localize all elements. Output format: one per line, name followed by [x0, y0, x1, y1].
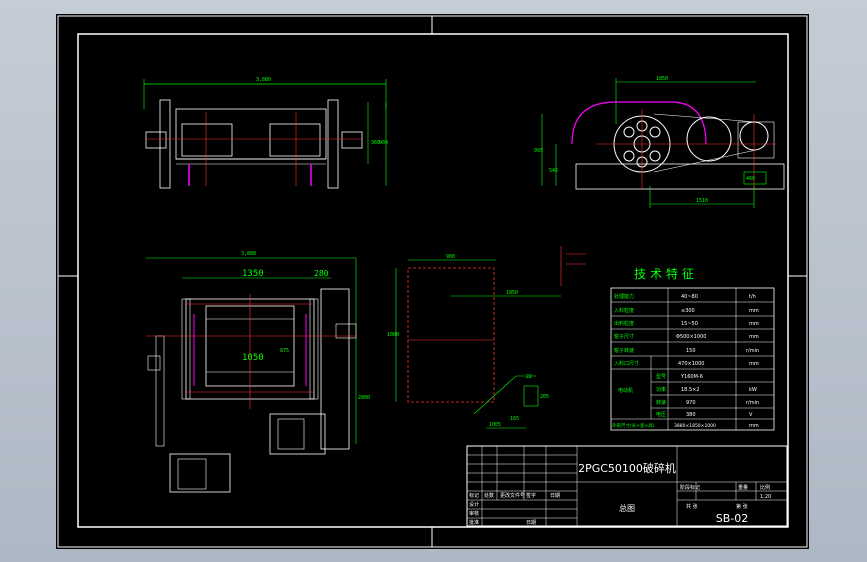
tech-motor-value: Y160M-6: [680, 374, 703, 380]
tech-row-unit: mm: [749, 334, 759, 340]
dim-top-plan-width: 3,880: [256, 77, 271, 83]
dim-hopper-small-d: 165: [510, 416, 519, 422]
tech-motor-value: 380: [686, 412, 696, 418]
drawing-canvas: 3,880 360 900 1850 995 546 1510 460 3,88…: [57, 15, 808, 548]
tb-col-a: 标记: [469, 492, 479, 499]
tech-motor-unit: kW: [749, 387, 757, 393]
view-name: 总图: [619, 503, 635, 513]
dim-front-inner: 1050: [242, 353, 264, 363]
side-elevation-view: 1850 995 546 1510 460: [534, 76, 785, 208]
tech-motor-group: 电动机: [618, 387, 633, 394]
tb-scale-value: 1:20: [760, 494, 771, 500]
tb-sheet-label: 共 张: [686, 503, 698, 510]
tb-row-design: 设计: [469, 501, 479, 508]
drawing-number: SB-02: [716, 512, 749, 525]
tb-row-approve: 批准: [469, 519, 479, 526]
tech-last-value: 3880×1850×1000: [674, 423, 716, 429]
tech-motor-name: 转速: [656, 399, 666, 406]
tech-spec-table: 技术特征 处理能力 40~80 t/h 入料粒度 ≤300 mm 出料粒度 15…: [610, 266, 775, 431]
tech-last-name: 外形尺寸(长×宽×高): [612, 422, 655, 429]
tech-row-value: 15~50: [681, 321, 698, 327]
top-plan-view: 3,880 360 900: [143, 77, 388, 189]
dim-front-height: 2800: [358, 395, 370, 401]
tech-row-unit: r/min: [746, 348, 759, 354]
tb-weight-label: 重量: [738, 484, 748, 491]
tb-col-b: 处数: [484, 492, 494, 499]
drawing-sheet[interactable]: 3,880 360 900 1850 995 546 1510 460 3,88…: [56, 14, 809, 549]
tech-row-value: Φ500×1000: [676, 334, 706, 340]
dim-front-right: 280: [314, 269, 329, 278]
tech-motor-name: 型号: [656, 373, 666, 380]
dim-front-overall: 3,880: [241, 251, 256, 257]
tech-motor-name: 功率: [656, 386, 666, 393]
dim-front-main: 1350: [242, 269, 264, 279]
tech-motor-unit: r/min: [746, 400, 759, 406]
tech-row-name: 入料口尺寸: [614, 360, 639, 367]
tech-motor-name: 电压: [656, 411, 666, 418]
tech-row-name: 辊子尺寸: [614, 333, 634, 340]
tb-date-label: 日期: [526, 520, 536, 526]
front-plan-view: 3,880 1350 280 2800 1050 875: [146, 251, 370, 493]
tb-sheet-of: 第 张: [736, 503, 748, 510]
dim-hopper-small-c: 1005: [489, 422, 501, 428]
tech-row-value: 150: [686, 348, 696, 354]
tech-row-name: 辊子转速: [614, 347, 634, 354]
tech-last-unit: mm: [749, 423, 759, 429]
tech-row-unit: t/h: [749, 294, 756, 300]
dim-hopper-small-a: 22: [526, 374, 532, 380]
tech-row-value: ≤300: [681, 308, 695, 314]
dim-side-small: 460: [746, 176, 755, 182]
tech-row-value: 40~80: [681, 294, 698, 300]
tb-col-c: 更改文件号: [500, 492, 525, 499]
dim-side-bottom: 1510: [696, 198, 708, 204]
tech-motor-unit: V: [749, 412, 753, 418]
tb-scale-label: 比例: [760, 484, 770, 491]
dim-side-top: 1850: [656, 76, 668, 82]
tech-row-unit: mm: [749, 321, 759, 327]
dim-side-left-a: 995: [534, 148, 543, 154]
tech-row-value: 470×1000: [678, 361, 704, 367]
dim-hopper-top: 900: [446, 254, 455, 260]
title-block: 标记 处数 更改文件号 签字 日期 设计 审核 批准 日期 阶段标记 重量 比例…: [466, 445, 788, 527]
tb-row-check: 审核: [469, 510, 479, 517]
tech-motor-value: 18.5×2: [681, 387, 700, 393]
dim-hopper-small-b: 205: [540, 394, 549, 400]
tb-col-e: 日期: [550, 493, 560, 499]
tech-row-name: 入料粒度: [614, 307, 634, 314]
dim-side-left-b: 546: [549, 168, 558, 174]
tech-motor-value: 970: [686, 400, 696, 406]
tech-row-name: 出料粒度: [614, 320, 634, 327]
dim-hopper-offset: 1850: [506, 290, 518, 296]
dim-top-plan-right-b: 900: [379, 140, 388, 146]
dim-hopper-height: 1000: [387, 332, 399, 338]
tech-row-unit: mm: [749, 308, 759, 314]
tech-row-name: 处理能力: [614, 293, 634, 300]
dim-front-inner-v: 875: [280, 348, 289, 354]
tb-col-d: 签字: [526, 492, 536, 499]
hopper-view: 900 1850 1000 22 205 1005 165: [387, 246, 586, 429]
tech-row-unit: mm: [749, 361, 759, 367]
tech-table-heading: 技术特征: [634, 266, 698, 281]
drawing-title: 2PGC50100破碎机: [578, 461, 676, 475]
tb-stage-label: 阶段标记: [680, 484, 700, 491]
